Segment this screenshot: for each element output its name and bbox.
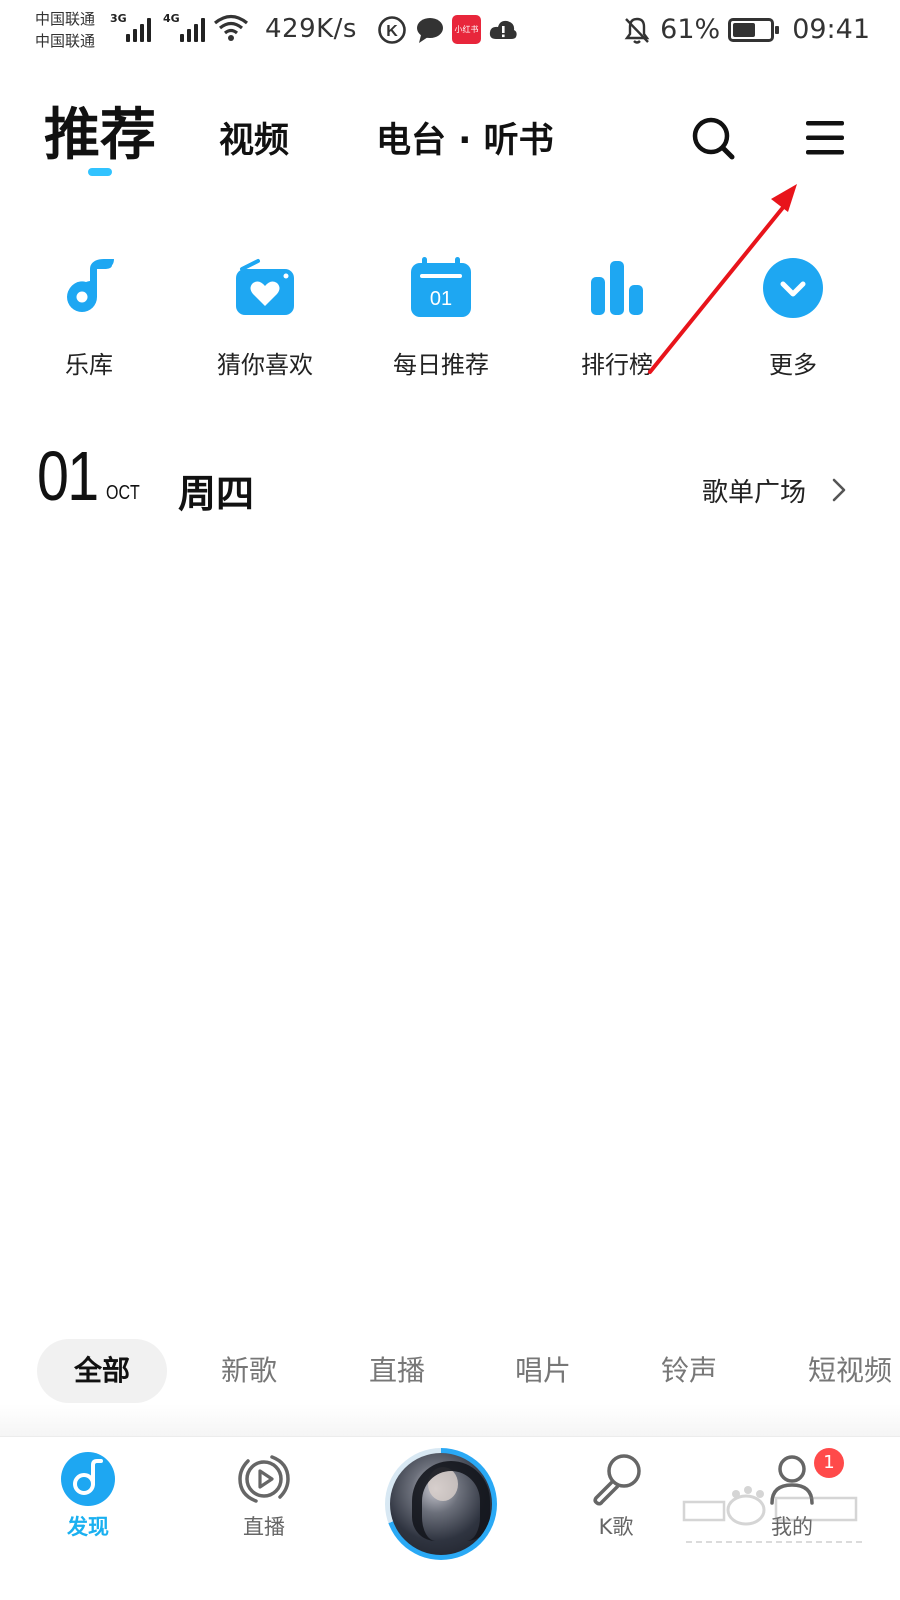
carrier-names: 中国联通 中国联通 [35,8,95,52]
signal-icon-2 [180,16,205,42]
notification-badge: 1 [814,1448,844,1478]
date-day: 01 [37,437,99,515]
chart-bars-icon [591,261,643,315]
bottom-tab-label: 直播 [243,1515,285,1539]
quick-entry-daily-recommend[interactable]: 01 每日推荐 [371,255,511,380]
calendar-icon-text: 01 [430,288,452,310]
bottom-tab-live[interactable]: 直播 [194,1451,334,1541]
search-icon[interactable] [690,115,736,161]
quick-entry-more[interactable]: 更多 [723,255,863,380]
quick-entry-label: 每日推荐 [393,351,489,379]
wifi-icon [213,14,249,41]
bottom-tab-discover[interactable]: 发现 [18,1451,158,1541]
top-nav: 推荐 视频 电台 · 听书 [0,80,900,190]
tab-video[interactable]: 视频 [219,112,289,163]
date-month: OCT [106,482,140,504]
chip-new-songs[interactable]: 新歌 [221,1339,277,1403]
chevron-right-icon[interactable] [829,476,849,504]
tab-recommend[interactable]: 推荐 [44,90,156,171]
network-type-2: 4G [163,12,180,25]
heart-radio-icon [236,259,294,315]
tab-radio-audiobook[interactable]: 电台 · 听书 [376,112,554,163]
carrier-1: 中国联通 [35,10,96,28]
quick-entry-label: 排行榜 [581,351,653,379]
quick-entry-label: 更多 [769,351,817,379]
carrier-2: 中国联通 [35,32,96,50]
battery-fill [733,22,756,37]
quick-entry-music-library[interactable]: 乐库 [19,255,159,380]
playlist-square-link[interactable]: 歌单广场 [702,472,806,509]
chip-short-videos[interactable]: 短视频 [808,1339,892,1403]
watermark-logo [682,1486,866,1543]
music-note-icon [67,259,114,312]
bottom-tab-label: K歌 [598,1515,634,1539]
live-play-icon [238,1455,290,1503]
message-bubble-icon [417,18,443,43]
network-speed: 429K/s [265,14,357,44]
k-circle-icon: K [378,16,406,44]
clock: 09:41 [792,14,870,45]
calendar-icon: 01 [411,257,471,317]
active-tab-indicator [88,168,112,176]
quick-entry-charts[interactable]: 排行榜 [547,255,687,380]
category-chips: 全部 新歌 直播 唱片 铃声 短视频 [0,1333,900,1413]
karaoke-mic-icon [593,1454,641,1506]
status-right-group: 61% 09:41 [622,14,870,45]
quick-entry-label: 乐库 [65,351,113,379]
battery-percent: 61% [660,14,721,45]
chip-albums[interactable]: 唱片 [515,1339,571,1403]
discover-icon [61,1452,115,1506]
xiaohongshu-icon: 小红书 [452,15,481,44]
bottom-tab-karaoke[interactable]: K歌 [546,1451,686,1541]
chevron-down-circle-icon [763,258,823,318]
chip-live[interactable]: 直播 [369,1339,425,1403]
cloud-alert-icon [489,20,517,39]
date-weekday: 周四 [178,472,255,516]
bottom-tab-label: 发现 [67,1515,109,1539]
chips-divider [0,1404,900,1436]
now-playing-button[interactable] [385,1448,497,1560]
bell-muted-icon [624,17,650,44]
quick-entries: 乐库 猜你喜欢 01 每日推荐 排行榜 更多 [0,255,900,385]
svg-text:K: K [386,23,398,40]
quick-entry-guess-you-like[interactable]: 猜你喜欢 [195,255,335,380]
quick-entry-label: 猜你喜欢 [217,351,313,379]
menu-icon[interactable] [804,118,846,158]
status-bar: 中国联通 中国联通 3G 4G 429K/s K 小红书 61% 09:41 [0,0,900,62]
signal-icon [126,16,151,42]
chip-ringtones[interactable]: 铃声 [661,1339,717,1403]
network-type-1: 3G [110,12,127,25]
chip-all[interactable]: 全部 [37,1339,167,1403]
album-cover-image [390,1453,492,1555]
battery-icon [728,17,780,42]
